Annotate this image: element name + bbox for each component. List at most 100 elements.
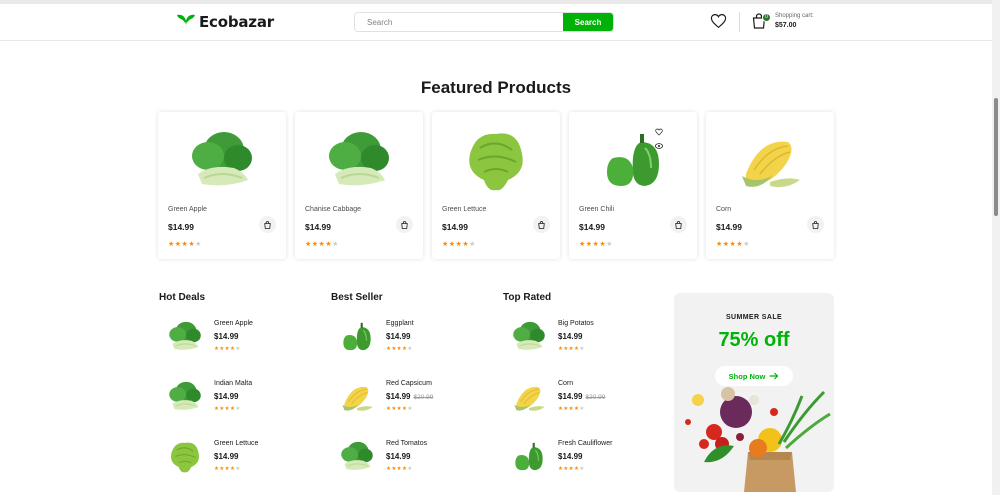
shopping-bag-icon [812,220,819,229]
best-seller-column: Best Seller Eggplant $14.99 ★★★★★ Red Capsi… [331,292,491,472]
product-price: $14.99 [716,222,742,232]
product-image-bok-choy [319,124,399,194]
summer-sale-banner[interactable]: SUMMER SALE 75% off Shop Now [674,293,834,492]
item-thumbnail-bok-choy [164,316,206,356]
item-name[interactable]: Fresh Cauliflower [558,440,612,447]
product-name[interactable]: Chanise Cabbage [305,206,361,213]
item-thumbnail-bok-choy [336,436,378,476]
arrow-right-icon [769,372,779,380]
item-price: $14.99 [214,452,238,461]
page-scrollbar[interactable] [992,0,1000,495]
grocery-bag-illustration [685,387,831,492]
list-item[interactable]: Green Apple $14.99 ★★★★★ [159,316,319,366]
item-name[interactable]: Corn [558,380,573,387]
old-price: $20.99 [585,394,606,401]
list-item[interactable]: Red Tomatos $14.99 ★★★★★ [331,436,491,486]
top-rated-title: Top Rated [503,292,552,303]
item-price: $14.99 $20.99 [386,392,433,401]
product-rating-stars: ★★★★★ [579,241,613,248]
banner-discount: 75% off [718,329,790,351]
hot-deals-title: Hot Deals [159,292,206,303]
featured-products-title: Featured Products [420,78,572,97]
hot-deals-column: Hot Deals Green Apple $14.99 ★★★★★ Indian M… [159,292,319,473]
list-item[interactable]: Eggplant $14.99 ★★★★★ [331,316,491,366]
cart-label: Shopping cart: [775,13,814,19]
item-price: $14.99 [214,332,238,341]
search-input[interactable] [355,13,563,31]
search-button[interactable]: Search [563,13,613,31]
item-price: $14.99 [214,392,238,401]
wishlist-heart-icon[interactable] [710,13,727,29]
current-price: $14.99 [386,332,411,341]
item-rating-stars: ★★★★★ [214,346,241,352]
item-rating-stars: ★★★★★ [386,466,413,472]
product-name[interactable]: Green Chili [579,206,614,213]
list-item[interactable]: Red Capsicum $14.99 $20.99 ★★★★★ [331,376,491,426]
current-price: $14.99 [214,332,239,341]
item-name[interactable]: Red Capsicum [386,380,432,387]
shopping-bag-icon [401,220,408,229]
product-rating-stars: ★★★★★ [305,241,339,248]
best-seller-title: Best Seller [331,292,383,303]
item-rating-stars: ★★★★★ [214,466,241,472]
add-to-cart-button[interactable] [807,216,824,233]
item-price: $14.99 [558,452,582,461]
product-rating-stars: ★★★★★ [716,241,750,248]
product-card[interactable]: Green Chili $14.99 ★★★★★ [569,112,697,259]
product-price: $14.99 [305,222,331,232]
add-to-cart-button[interactable] [670,216,687,233]
product-card[interactable]: Chanise Cabbage $14.99 ★★★★★ [295,112,423,259]
item-rating-stars: ★★★★★ [214,406,241,412]
banner-tag: SUMMER SALE [725,314,783,321]
product-price: $14.99 [168,222,194,232]
site-header: Ecobazar Search 0 Shopping cart: $57.00 [0,4,992,41]
shop-now-label: Shop Now [728,371,766,381]
shopping-bag-icon [264,220,271,229]
product-image-lettuce [456,124,536,194]
list-item[interactable]: Fresh Cauliflower $14.99 ★★★★★ [503,436,663,486]
brand-logo[interactable]: Ecobazar [177,13,274,31]
current-price: $14.99 [558,392,583,401]
product-name[interactable]: Corn [716,206,731,213]
list-item[interactable]: Corn $14.99 $20.99 ★★★★★ [503,376,663,426]
product-image-corn [730,124,810,194]
list-item[interactable]: Big Potatos $14.99 ★★★★★ [503,316,663,366]
list-item[interactable]: Indian Malta $14.99 ★★★★★ [159,376,319,426]
featured-products-grid: Green Apple $14.99 ★★★★★ Chanise Cabbage $14… [158,112,834,259]
item-name[interactable]: Indian Malta [214,380,252,387]
item-rating-stars: ★★★★★ [558,346,585,352]
card-wishlist-icon[interactable] [655,128,663,136]
item-name[interactable]: Big Potatos [558,320,594,327]
current-price: $14.99 [214,392,239,401]
product-card[interactable]: Green Apple $14.99 ★★★★★ [158,112,286,259]
item-thumbnail-lettuce [164,436,206,476]
scrollbar-thumb[interactable] [994,98,998,216]
product-name[interactable]: Green Lettuce [442,206,486,213]
item-name[interactable]: Eggplant [386,320,414,327]
item-name[interactable]: Red Tomatos [386,440,427,447]
quick-view-eye-icon[interactable] [655,142,663,150]
item-price: $14.99 [386,452,410,461]
product-card[interactable]: Corn $14.99 ★★★★★ [706,112,834,259]
item-name[interactable]: Green Lettuce [214,440,258,447]
item-name[interactable]: Green Apple [214,320,253,327]
old-price: $20.99 [413,394,434,401]
item-rating-stars: ★★★★★ [386,406,413,412]
item-thumbnail-green-pepper [508,436,550,476]
list-item[interactable]: Green Lettuce $14.99 ★★★★★ [159,436,319,486]
item-price: $14.99 [558,332,582,341]
product-card[interactable]: Green Lettuce $14.99 ★★★★★ [432,112,560,259]
add-to-cart-button[interactable] [533,216,550,233]
product-price: $14.99 [579,222,605,232]
item-price: $14.99 [386,332,410,341]
header-divider [739,12,740,32]
brand-name: Ecobazar [199,13,274,31]
product-name[interactable]: Green Apple [168,206,207,213]
item-price: $14.99 $20.99 [558,392,605,401]
item-thumbnail-corn [336,376,378,416]
add-to-cart-button[interactable] [396,216,413,233]
add-to-cart-button[interactable] [259,216,276,233]
current-price: $14.99 [386,452,411,461]
product-image-bok-choy [182,124,262,194]
current-price: $14.99 [214,452,239,461]
